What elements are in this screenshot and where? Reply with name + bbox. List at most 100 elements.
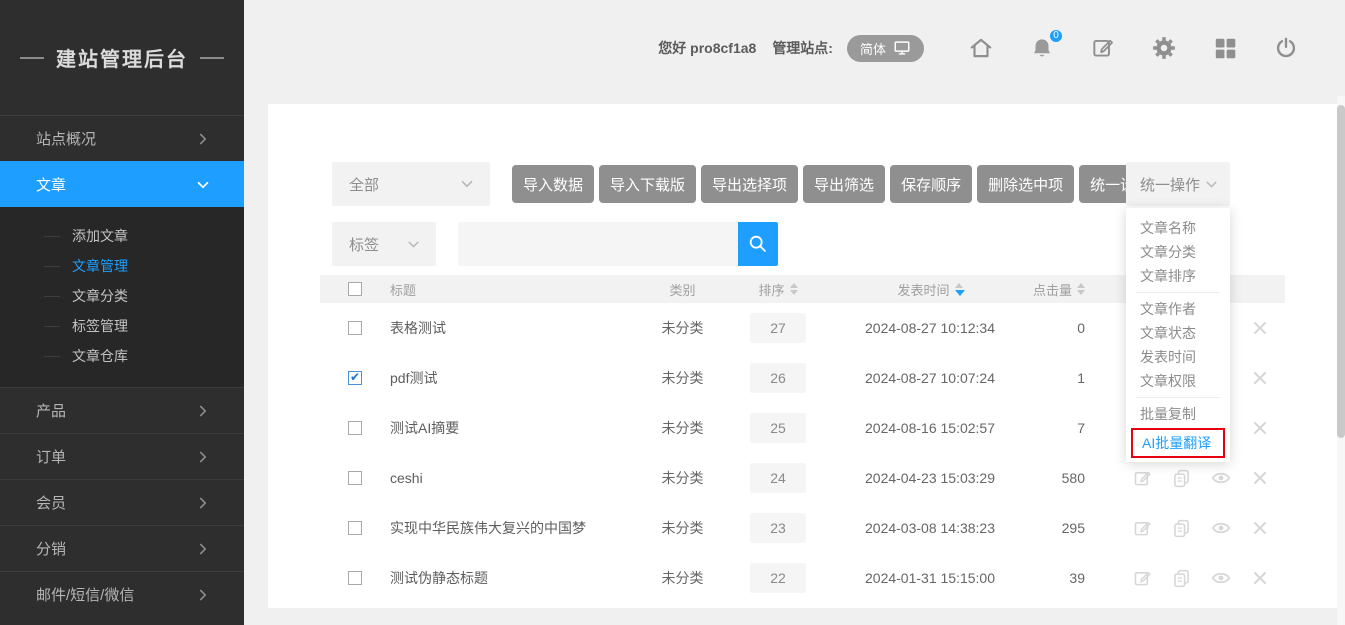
copy-icon[interactable] — [1171, 468, 1192, 489]
menu-item-article-name[interactable]: 文章名称 — [1126, 216, 1230, 240]
submenu-item-article-category[interactable]: 文章分类 — [0, 281, 244, 311]
menu-item-publish-time[interactable]: 发表时间 — [1126, 345, 1230, 369]
menu-item-article-status[interactable]: 文章状态 — [1126, 321, 1230, 345]
eye-icon[interactable] — [1210, 517, 1232, 539]
column-header-publish-time[interactable]: 发表时间 — [865, 275, 997, 303]
publish-time: 2024-08-27 10:07:24 — [865, 353, 997, 403]
column-header-title: 标题 — [390, 275, 416, 303]
sidebar-item-site-overview[interactable]: 站点概况 — [0, 115, 244, 161]
sort-order-field[interactable]: 22 — [750, 563, 806, 593]
edit-icon[interactable] — [1132, 518, 1153, 539]
close-icon[interactable] — [1250, 418, 1270, 438]
notifications-button[interactable]: 0 — [1029, 35, 1055, 61]
eye-icon[interactable] — [1210, 567, 1232, 589]
menu-item-article-author[interactable]: 文章作者 — [1126, 297, 1230, 321]
submenu-item-article-warehouse[interactable]: 文章仓库 — [0, 341, 244, 371]
power-icon — [1273, 35, 1299, 61]
row-checkbox[interactable] — [348, 421, 362, 435]
sidebar-item-distribution[interactable]: 分销 — [0, 525, 244, 571]
sort-arrows-icon[interactable] — [1077, 283, 1085, 295]
sort-order-field[interactable]: 23 — [750, 513, 806, 543]
edit-site-button[interactable] — [1090, 35, 1116, 61]
sort-order-field[interactable]: 27 — [750, 313, 806, 343]
submenu-item-article-management[interactable]: 文章管理 — [0, 251, 244, 281]
edit-icon[interactable] — [1132, 468, 1153, 489]
apps-button[interactable] — [1212, 35, 1238, 61]
close-icon[interactable] — [1250, 318, 1270, 338]
language-switch-pill[interactable]: 简体 — [847, 35, 924, 62]
column-header-sort[interactable]: 排序 — [750, 275, 806, 303]
sort-arrows-icon[interactable] — [790, 283, 798, 295]
logout-button[interactable] — [1273, 35, 1299, 61]
sidebar-item-mail-sms-wechat[interactable]: 邮件/短信/微信 — [0, 571, 244, 617]
export-selected-button[interactable]: 导出选择项 — [701, 165, 798, 203]
tag-filter-select[interactable]: 标签 — [332, 222, 436, 266]
copy-icon[interactable] — [1171, 568, 1192, 589]
row-checkbox[interactable] — [348, 321, 362, 335]
sort-arrows-icon[interactable] — [955, 283, 965, 296]
menu-item-article-permission[interactable]: 文章权限 — [1126, 369, 1230, 393]
batch-operation-menu: 文章名称 文章分类 文章排序 文章作者 文章状态 发表时间 文章权限 批量复制 … — [1126, 208, 1230, 462]
home-button[interactable] — [968, 35, 994, 61]
publish-time: 2024-03-08 14:38:23 — [865, 503, 997, 553]
bulk-action-buttons: 导入数据 导入下载版 导出选择项 导出筛选 保存顺序 删除选中项 统一设置SEO — [512, 165, 1193, 203]
submenu-item-tag-management[interactable]: 标签管理 — [0, 311, 244, 341]
category-filter-select[interactable]: 全部 — [332, 162, 490, 206]
article-title: pdf测试 — [390, 353, 437, 403]
menu-item-article-sort[interactable]: 文章排序 — [1126, 264, 1230, 288]
sort-order-field[interactable]: 26 — [750, 363, 806, 393]
search-input[interactable] — [458, 222, 738, 266]
hit-count: 39 — [1010, 553, 1085, 603]
chevron-right-icon — [194, 402, 212, 420]
sidebar-item-articles[interactable]: 文章 — [0, 161, 244, 207]
search-bar — [458, 222, 778, 266]
scrollbar-thumb[interactable] — [1337, 105, 1345, 438]
sort-order-field[interactable]: 25 — [750, 413, 806, 443]
menu-item-batch-copy[interactable]: 批量复制 — [1126, 402, 1230, 426]
app-title: 建站管理后台 — [0, 0, 244, 115]
eye-icon[interactable] — [1210, 467, 1232, 489]
hit-count: 580 — [1010, 453, 1085, 503]
select-all-checkbox[interactable] — [348, 282, 362, 296]
close-icon[interactable] — [1250, 518, 1270, 538]
article-category: 未分类 — [650, 353, 715, 403]
batch-operation-dropdown[interactable]: 统一操作 — [1126, 162, 1230, 206]
menu-item-article-category[interactable]: 文章分类 — [1126, 240, 1230, 264]
chevron-right-icon — [194, 448, 212, 466]
row-checkbox[interactable] — [348, 521, 362, 535]
menu-divider — [1136, 292, 1220, 293]
export-filtered-button[interactable]: 导出筛选 — [803, 165, 885, 203]
article-title: 表格测试 — [390, 303, 446, 353]
submenu-item-add-article[interactable]: 添加文章 — [0, 221, 244, 251]
sidebar-item-products[interactable]: 产品 — [0, 387, 244, 433]
close-icon[interactable] — [1250, 368, 1270, 388]
manage-site-label: 管理站点: — [772, 38, 833, 58]
search-button[interactable] — [738, 222, 778, 266]
chevron-down-icon — [194, 176, 212, 194]
column-header-category: 类别 — [650, 275, 715, 303]
delete-selected-button[interactable]: 删除选中项 — [977, 165, 1074, 203]
settings-button[interactable] — [1151, 35, 1177, 61]
row-checkbox[interactable] — [348, 371, 362, 385]
edit-icon[interactable] — [1132, 568, 1153, 589]
column-header-hits[interactable]: 点击量 — [1010, 275, 1085, 303]
vertical-scrollbar[interactable] — [1337, 96, 1345, 625]
row-checkbox[interactable] — [348, 471, 362, 485]
save-order-button[interactable]: 保存顺序 — [890, 165, 972, 203]
row-checkbox[interactable] — [348, 571, 362, 585]
sidebar-item-members[interactable]: 会员 — [0, 479, 244, 525]
close-icon[interactable] — [1250, 568, 1270, 588]
greeting-text: 您好 pro8cf1a8 — [658, 38, 756, 58]
content-card: 全部 导入数据 导入下载版 导出选择项 导出筛选 保存顺序 删除选中项 统一设置… — [268, 104, 1337, 608]
sidebar-item-orders[interactable]: 订单 — [0, 433, 244, 479]
sidebar: 建站管理后台 站点概况 文章 添加文章 文章管理 文章分类 标签管理 文章仓库 … — [0, 0, 244, 625]
import-data-button[interactable]: 导入数据 — [512, 165, 594, 203]
hit-count: 295 — [1010, 503, 1085, 553]
sort-order-field[interactable]: 24 — [750, 463, 806, 493]
import-download-button[interactable]: 导入下载版 — [599, 165, 696, 203]
copy-icon[interactable] — [1171, 518, 1192, 539]
menu-item-ai-batch-translate[interactable]: AI批量翻译 — [1131, 428, 1225, 458]
close-icon[interactable] — [1250, 468, 1270, 488]
chevron-down-icon — [405, 236, 422, 253]
chevron-right-icon — [194, 540, 212, 558]
